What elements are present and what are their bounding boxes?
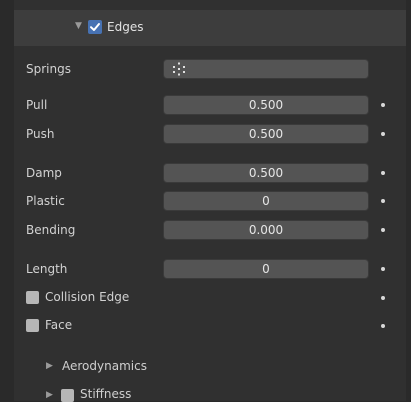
length-value: 0 [262,262,270,276]
face-checkbox[interactable] [26,319,39,332]
collision-edge-label[interactable]: Collision Edge [45,290,129,304]
damp-keyframe-dot[interactable] [381,171,385,175]
push-value: 0.500 [248,127,284,141]
damp-value: 0.500 [248,166,284,180]
stiffness-expand-icon[interactable]: ▶ [46,390,53,400]
plastic-value: 0 [262,194,270,208]
pull-value: 0.500 [248,98,284,112]
length-field[interactable]: 0 [163,259,369,279]
plastic-label: Plastic [26,194,65,208]
push-label: Push [26,127,55,141]
checkmark-icon [90,23,100,31]
pull-keyframe-dot[interactable] [381,103,385,107]
stiffness-enabled-checkbox[interactable] [61,389,74,402]
pull-field[interactable]: 0.500 [163,95,369,115]
bending-keyframe-dot[interactable] [381,228,385,232]
vertex-group-icon [173,62,185,76]
length-label: Length [26,262,68,276]
damp-field[interactable]: 0.500 [163,163,369,183]
collision-edge-keyframe-dot[interactable] [381,296,385,300]
face-label[interactable]: Face [45,318,72,332]
face-keyframe-dot[interactable] [381,324,385,328]
plastic-field[interactable]: 0 [163,191,369,211]
push-field[interactable]: 0.500 [163,124,369,144]
plastic-keyframe-dot[interactable] [381,199,385,203]
stiffness-subpanel-header[interactable]: Stiffness [80,387,131,401]
bending-label: Bending [26,223,76,237]
edges-enabled-checkbox[interactable] [88,20,102,34]
edges-panel-header[interactable] [14,10,406,46]
collision-edge-checkbox[interactable] [26,291,39,304]
aerodynamics-subpanel-header[interactable]: Aerodynamics [62,359,147,373]
damp-label: Damp [26,166,62,180]
springs-vertex-group-field[interactable] [163,59,369,79]
pull-label: Pull [26,98,48,112]
push-keyframe-dot[interactable] [381,132,385,136]
length-keyframe-dot[interactable] [381,267,385,271]
aerodynamics-expand-icon[interactable]: ▶ [46,361,53,371]
expand-triangle-icon[interactable]: ▼ [75,21,82,31]
bending-value: 0.000 [248,223,284,237]
springs-label: Springs [26,62,71,76]
edges-panel-title: Edges [107,20,144,34]
bending-field[interactable]: 0.000 [163,220,369,240]
